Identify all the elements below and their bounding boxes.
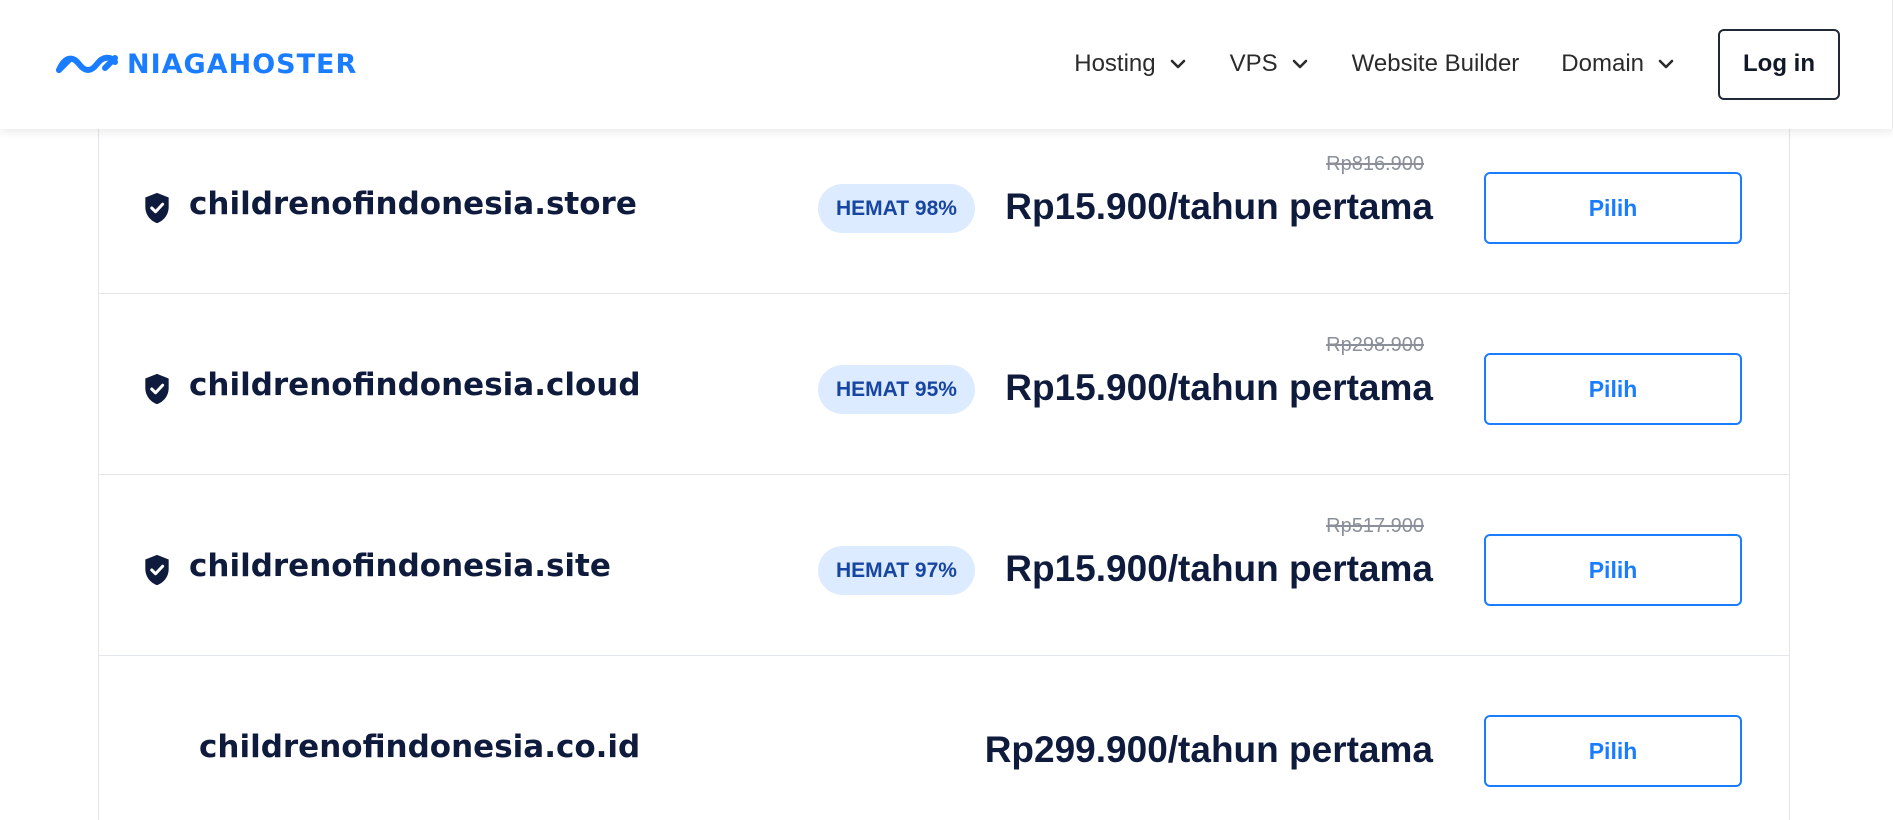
nav-vps[interactable]: VPS: [1230, 50, 1310, 78]
original-price: Rp298.900: [1326, 334, 1424, 356]
nav-label: VPS: [1229, 50, 1278, 77]
nav-label: Hosting: [1074, 50, 1156, 77]
niagahoster-logo-icon: [56, 54, 118, 73]
promo-price: Rp15.900/tahun pertama: [1005, 548, 1433, 589]
nav-label: Website Builder: [1351, 50, 1520, 77]
chevron-down-icon: [1170, 59, 1185, 69]
brand-name: NIAGAHOSTER: [127, 48, 358, 80]
select-domain-button[interactable]: Pilih: [1484, 715, 1742, 787]
select-domain-button[interactable]: Pilih: [1484, 534, 1742, 606]
login-button[interactable]: Log in: [1718, 28, 1840, 100]
nav-domain[interactable]: Domain: [1561, 50, 1676, 78]
shield-check-icon: [145, 373, 169, 405]
domain-name: childrenofindonesia.co.id: [199, 729, 641, 765]
select-domain-button[interactable]: Pilih: [1484, 353, 1742, 425]
discount-badge: HEMAT 95%: [818, 365, 975, 414]
domain-row: childrenofindonesia.store HEMAT 98% Rp81…: [98, 113, 1790, 294]
domain-name: childrenofindonesia.cloud: [189, 367, 641, 403]
site-header: NIAGAHOSTER Hosting VPS Website Builder …: [0, 0, 1893, 129]
original-price: Rp517.900: [1326, 515, 1424, 537]
original-price: Rp816.900: [1326, 153, 1424, 175]
brand-logo[interactable]: NIAGAHOSTER: [55, 48, 357, 80]
nav-hosting[interactable]: Hosting: [1074, 50, 1187, 78]
domain-name: childrenofindonesia.site: [189, 548, 611, 584]
shield-check-icon: [145, 554, 169, 586]
domain-row: childrenofindonesia.cloud HEMAT 95% Rp29…: [98, 294, 1790, 475]
domain-name: childrenofindonesia.store: [189, 186, 637, 222]
select-domain-button[interactable]: Pilih: [1484, 172, 1742, 244]
promo-price: Rp15.900/tahun pertama: [1005, 186, 1433, 227]
discount-badge: HEMAT 98%: [818, 184, 975, 233]
chevron-down-icon: [1292, 59, 1307, 69]
nav-label: Domain: [1561, 50, 1644, 77]
promo-price: Rp15.900/tahun pertama: [1005, 367, 1433, 408]
chevron-down-icon: [1658, 59, 1674, 69]
discount-badge: HEMAT 97%: [818, 546, 975, 595]
domain-row: childrenofindonesia.co.id Rp299.900/tahu…: [98, 656, 1790, 820]
main-nav: Hosting VPS Website Builder Domain Log i…: [1050, 28, 1840, 100]
price: Rp299.900/tahun pertama: [984, 729, 1433, 770]
domain-row: childrenofindonesia.site HEMAT 97% Rp517…: [98, 475, 1790, 656]
nav-website-builder[interactable]: Website Builder: [1352, 50, 1520, 78]
shield-check-icon: [145, 192, 169, 224]
